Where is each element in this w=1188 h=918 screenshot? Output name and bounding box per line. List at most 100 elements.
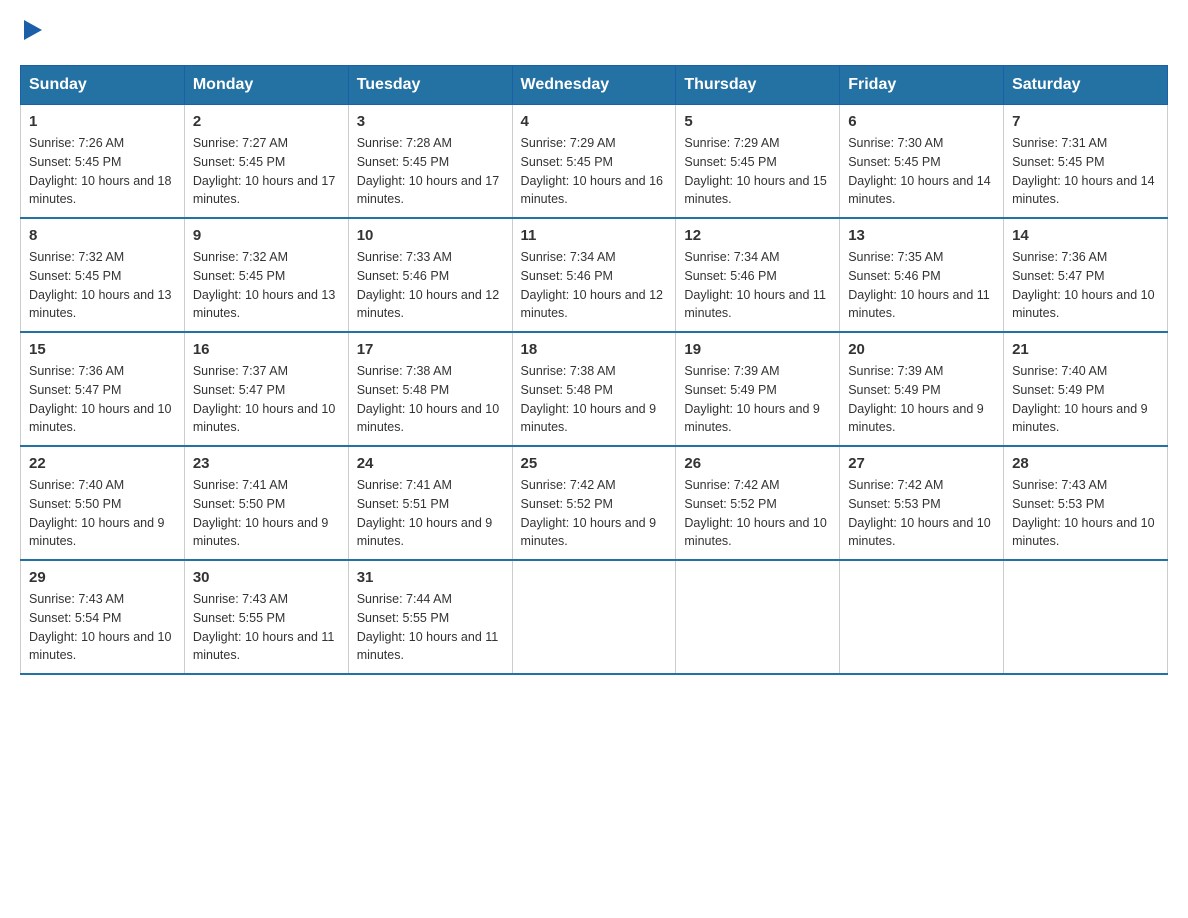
col-sunday: Sunday <box>21 66 185 105</box>
day-number: 4 <box>521 113 668 130</box>
daylight-label: Daylight: 10 hours and 15 minutes. <box>684 174 826 207</box>
daylight-label: Daylight: 10 hours and 12 minutes. <box>521 288 663 321</box>
sunrise-label: Sunrise: 7:29 AM <box>521 136 616 150</box>
daylight-label: Daylight: 10 hours and 13 minutes. <box>193 288 335 321</box>
daylight-label: Daylight: 10 hours and 10 minutes. <box>1012 288 1154 321</box>
sunset-label: Sunset: 5:49 PM <box>848 383 940 397</box>
day-number: 16 <box>193 341 340 358</box>
calendar-week-2: 8 Sunrise: 7:32 AM Sunset: 5:45 PM Dayli… <box>21 218 1168 332</box>
daylight-label: Daylight: 10 hours and 18 minutes. <box>29 174 171 207</box>
daylight-label: Daylight: 10 hours and 11 minutes. <box>848 288 990 321</box>
table-row: 8 Sunrise: 7:32 AM Sunset: 5:45 PM Dayli… <box>21 218 185 332</box>
day-number: 31 <box>357 569 504 586</box>
sunset-label: Sunset: 5:45 PM <box>193 269 285 283</box>
sunrise-label: Sunrise: 7:34 AM <box>684 250 779 264</box>
table-row: 25 Sunrise: 7:42 AM Sunset: 5:52 PM Dayl… <box>512 446 676 560</box>
sunrise-label: Sunrise: 7:42 AM <box>684 478 779 492</box>
daylight-label: Daylight: 10 hours and 11 minutes. <box>684 288 826 321</box>
calendar-week-1: 1 Sunrise: 7:26 AM Sunset: 5:45 PM Dayli… <box>21 105 1168 219</box>
sunrise-label: Sunrise: 7:39 AM <box>848 364 943 378</box>
day-number: 1 <box>29 113 176 130</box>
sunset-label: Sunset: 5:45 PM <box>29 269 121 283</box>
day-number: 2 <box>193 113 340 130</box>
day-info: Sunrise: 7:36 AM Sunset: 5:47 PM Dayligh… <box>29 362 176 437</box>
sunset-label: Sunset: 5:49 PM <box>684 383 776 397</box>
day-number: 8 <box>29 227 176 244</box>
day-info: Sunrise: 7:38 AM Sunset: 5:48 PM Dayligh… <box>521 362 668 437</box>
daylight-label: Daylight: 10 hours and 9 minutes. <box>1012 402 1148 435</box>
sunrise-label: Sunrise: 7:43 AM <box>29 592 124 606</box>
sunset-label: Sunset: 5:50 PM <box>193 497 285 511</box>
day-info: Sunrise: 7:30 AM Sunset: 5:45 PM Dayligh… <box>848 134 995 209</box>
day-number: 21 <box>1012 341 1159 358</box>
sunrise-label: Sunrise: 7:28 AM <box>357 136 452 150</box>
sunrise-label: Sunrise: 7:38 AM <box>357 364 452 378</box>
sunset-label: Sunset: 5:46 PM <box>684 269 776 283</box>
sunrise-label: Sunrise: 7:34 AM <box>521 250 616 264</box>
sunrise-label: Sunrise: 7:44 AM <box>357 592 452 606</box>
day-info: Sunrise: 7:32 AM Sunset: 5:45 PM Dayligh… <box>29 248 176 323</box>
table-row: 31 Sunrise: 7:44 AM Sunset: 5:55 PM Dayl… <box>348 560 512 674</box>
table-row: 29 Sunrise: 7:43 AM Sunset: 5:54 PM Dayl… <box>21 560 185 674</box>
table-row: 4 Sunrise: 7:29 AM Sunset: 5:45 PM Dayli… <box>512 105 676 219</box>
table-row: 30 Sunrise: 7:43 AM Sunset: 5:55 PM Dayl… <box>184 560 348 674</box>
day-info: Sunrise: 7:42 AM Sunset: 5:52 PM Dayligh… <box>521 476 668 551</box>
daylight-label: Daylight: 10 hours and 9 minutes. <box>521 402 657 435</box>
sunset-label: Sunset: 5:45 PM <box>684 155 776 169</box>
logo-arrow-icon <box>24 20 42 45</box>
day-number: 23 <box>193 455 340 472</box>
day-number: 18 <box>521 341 668 358</box>
sunrise-label: Sunrise: 7:27 AM <box>193 136 288 150</box>
table-row: 12 Sunrise: 7:34 AM Sunset: 5:46 PM Dayl… <box>676 218 840 332</box>
sunset-label: Sunset: 5:45 PM <box>848 155 940 169</box>
sunset-label: Sunset: 5:55 PM <box>193 611 285 625</box>
day-info: Sunrise: 7:38 AM Sunset: 5:48 PM Dayligh… <box>357 362 504 437</box>
sunset-label: Sunset: 5:48 PM <box>357 383 449 397</box>
day-number: 6 <box>848 113 995 130</box>
col-thursday: Thursday <box>676 66 840 105</box>
col-monday: Monday <box>184 66 348 105</box>
table-row: 17 Sunrise: 7:38 AM Sunset: 5:48 PM Dayl… <box>348 332 512 446</box>
sunrise-label: Sunrise: 7:42 AM <box>521 478 616 492</box>
sunset-label: Sunset: 5:51 PM <box>357 497 449 511</box>
sunrise-label: Sunrise: 7:26 AM <box>29 136 124 150</box>
daylight-label: Daylight: 10 hours and 9 minutes. <box>684 402 820 435</box>
sunset-label: Sunset: 5:47 PM <box>29 383 121 397</box>
day-info: Sunrise: 7:29 AM Sunset: 5:45 PM Dayligh… <box>521 134 668 209</box>
day-info: Sunrise: 7:34 AM Sunset: 5:46 PM Dayligh… <box>521 248 668 323</box>
day-number: 28 <box>1012 455 1159 472</box>
col-friday: Friday <box>840 66 1004 105</box>
day-number: 12 <box>684 227 831 244</box>
day-info: Sunrise: 7:44 AM Sunset: 5:55 PM Dayligh… <box>357 590 504 665</box>
daylight-label: Daylight: 10 hours and 14 minutes. <box>848 174 990 207</box>
sunset-label: Sunset: 5:53 PM <box>848 497 940 511</box>
sunset-label: Sunset: 5:45 PM <box>521 155 613 169</box>
daylight-label: Daylight: 10 hours and 17 minutes. <box>193 174 335 207</box>
calendar-week-4: 22 Sunrise: 7:40 AM Sunset: 5:50 PM Dayl… <box>21 446 1168 560</box>
sunset-label: Sunset: 5:52 PM <box>521 497 613 511</box>
sunset-label: Sunset: 5:54 PM <box>29 611 121 625</box>
table-row: 20 Sunrise: 7:39 AM Sunset: 5:49 PM Dayl… <box>840 332 1004 446</box>
sunset-label: Sunset: 5:55 PM <box>357 611 449 625</box>
day-number: 30 <box>193 569 340 586</box>
table-row: 1 Sunrise: 7:26 AM Sunset: 5:45 PM Dayli… <box>21 105 185 219</box>
page-header <box>20 20 1168 45</box>
day-info: Sunrise: 7:29 AM Sunset: 5:45 PM Dayligh… <box>684 134 831 209</box>
table-row: 23 Sunrise: 7:41 AM Sunset: 5:50 PM Dayl… <box>184 446 348 560</box>
day-info: Sunrise: 7:35 AM Sunset: 5:46 PM Dayligh… <box>848 248 995 323</box>
day-number: 5 <box>684 113 831 130</box>
sunrise-label: Sunrise: 7:32 AM <box>193 250 288 264</box>
daylight-label: Daylight: 10 hours and 10 minutes. <box>357 402 499 435</box>
table-row: 9 Sunrise: 7:32 AM Sunset: 5:45 PM Dayli… <box>184 218 348 332</box>
day-info: Sunrise: 7:40 AM Sunset: 5:50 PM Dayligh… <box>29 476 176 551</box>
sunrise-label: Sunrise: 7:38 AM <box>521 364 616 378</box>
day-number: 26 <box>684 455 831 472</box>
sunrise-label: Sunrise: 7:40 AM <box>1012 364 1107 378</box>
daylight-label: Daylight: 10 hours and 14 minutes. <box>1012 174 1154 207</box>
day-info: Sunrise: 7:31 AM Sunset: 5:45 PM Dayligh… <box>1012 134 1159 209</box>
day-number: 20 <box>848 341 995 358</box>
day-number: 27 <box>848 455 995 472</box>
table-row: 10 Sunrise: 7:33 AM Sunset: 5:46 PM Dayl… <box>348 218 512 332</box>
day-info: Sunrise: 7:33 AM Sunset: 5:46 PM Dayligh… <box>357 248 504 323</box>
sunset-label: Sunset: 5:53 PM <box>1012 497 1104 511</box>
